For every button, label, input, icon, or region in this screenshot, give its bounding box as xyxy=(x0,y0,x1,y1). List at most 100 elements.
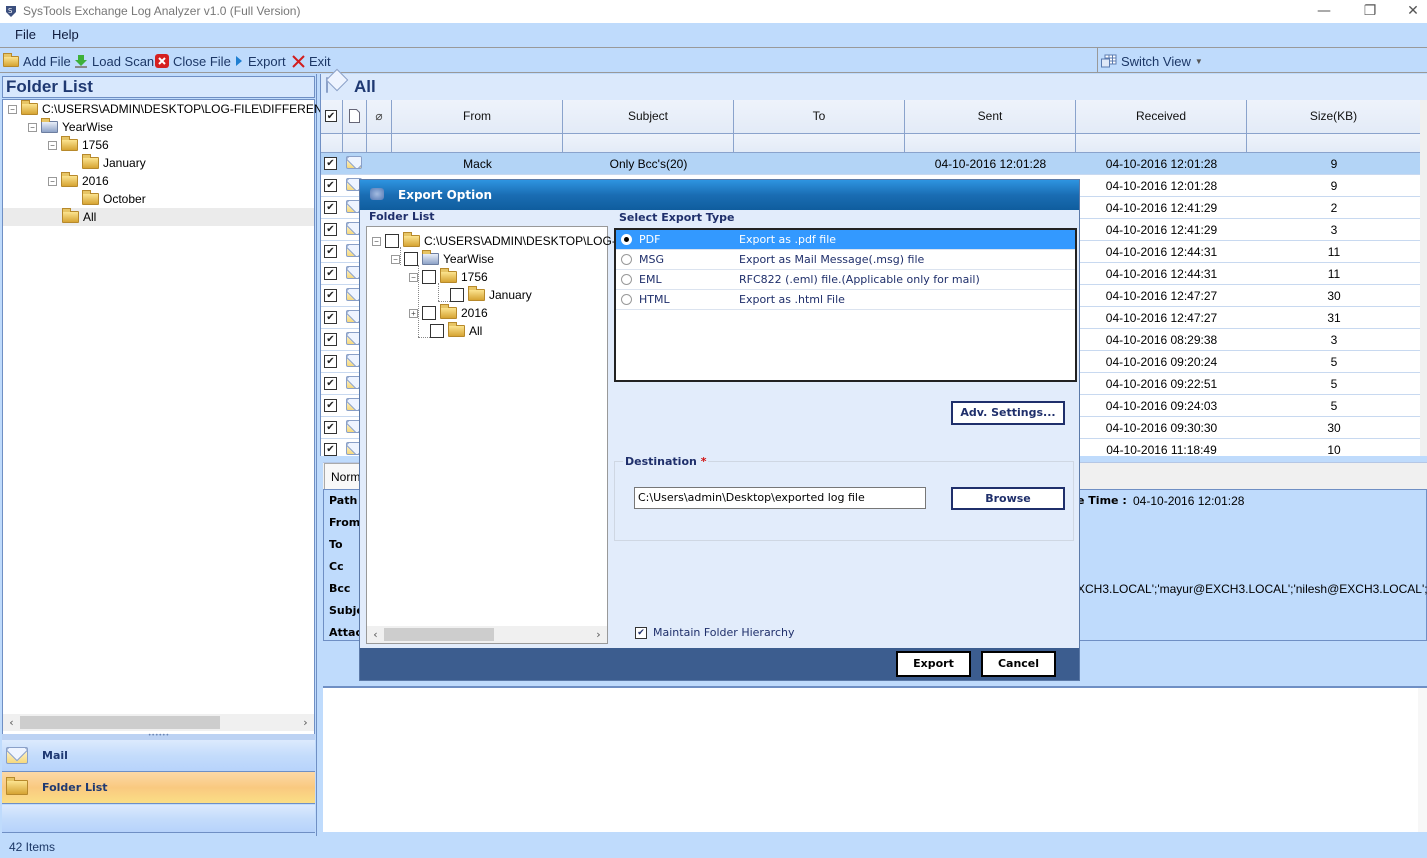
export-type-msg[interactable]: MSG Export as Mail Message(.msg) file xyxy=(616,250,1075,270)
dialog-tree-node-root[interactable]: − C:\USERS\ADMIN\DESKTOP\LOG-F xyxy=(372,232,623,250)
dialog-tree-node-all[interactable]: All xyxy=(430,322,482,340)
maintain-hierarchy-option[interactable]: ✔ Maintain Folder Hierarchy xyxy=(635,626,795,639)
grid-vertical-scrollbar[interactable] xyxy=(1420,100,1427,456)
menu-file[interactable]: File xyxy=(15,27,36,42)
tree-node-october[interactable]: October xyxy=(82,190,146,208)
minimize-button[interactable]: — xyxy=(1301,0,1347,23)
tree-checkbox[interactable] xyxy=(422,306,436,320)
row-checkbox[interactable]: ✔ xyxy=(324,311,337,324)
header-sent[interactable]: Sent xyxy=(905,100,1076,134)
folder-icon xyxy=(82,190,99,205)
export-button[interactable]: Export xyxy=(896,651,971,677)
destination-input[interactable]: C:\Users\admin\Desktop\exported log file xyxy=(634,487,926,509)
row-checkbox[interactable]: ✔ xyxy=(324,421,337,434)
row-checkbox[interactable]: ✔ xyxy=(324,333,337,346)
tree-node-yearwise[interactable]: − YearWise xyxy=(28,118,113,136)
expand-icon[interactable]: + xyxy=(409,308,418,318)
header-attachment-column[interactable]: ⌀ xyxy=(367,100,392,134)
collapse-icon[interactable]: − xyxy=(391,254,400,264)
row-checkbox[interactable]: ✔ xyxy=(324,223,337,236)
radio-button[interactable] xyxy=(621,294,632,305)
collapse-icon[interactable]: − xyxy=(409,272,418,282)
row-checkbox[interactable]: ✔ xyxy=(324,289,337,302)
scroll-left-icon[interactable]: ‹ xyxy=(367,628,384,641)
cancel-button[interactable]: Cancel xyxy=(981,651,1056,677)
load-scan-button[interactable]: Load Scan xyxy=(74,52,154,70)
header-received[interactable]: Received xyxy=(1076,100,1247,134)
scroll-thumb[interactable] xyxy=(384,628,494,641)
tree-node-2016[interactable]: − 2016 xyxy=(48,172,109,190)
export-type-html[interactable]: HTML Export as .html File xyxy=(616,290,1075,310)
collapse-icon[interactable]: − xyxy=(8,104,17,114)
select-all-checkbox[interactable]: ✔ xyxy=(325,110,337,122)
row-checkbox[interactable]: ✔ xyxy=(324,399,337,412)
collapse-icon[interactable]: − xyxy=(372,236,381,246)
dialog-tree-horizontal-scrollbar[interactable]: ‹ › xyxy=(367,626,607,643)
scroll-right-icon[interactable]: › xyxy=(297,716,314,729)
tree-checkbox[interactable] xyxy=(422,270,436,284)
body-vertical-scrollbar[interactable] xyxy=(1418,688,1427,832)
cell-received: 04-10-2016 12:01:28 xyxy=(1105,157,1218,171)
collapse-icon[interactable]: − xyxy=(28,122,37,132)
row-checkbox[interactable]: ✔ xyxy=(324,157,337,170)
maintain-hierarchy-checkbox[interactable]: ✔ xyxy=(635,626,647,639)
radio-button[interactable] xyxy=(621,254,632,265)
header-subject[interactable]: Subject xyxy=(563,100,734,134)
row-checkbox[interactable]: ✔ xyxy=(324,201,337,214)
tree-node-root[interactable]: − C:\USERS\ADMIN\DESKTOP\LOG-FILE\DIFFER… xyxy=(8,100,337,118)
row-checkbox[interactable]: ✔ xyxy=(324,443,337,456)
filter-row[interactable] xyxy=(321,134,1421,153)
export-toolbar-button[interactable]: Export xyxy=(234,52,286,70)
tree-node-1756[interactable]: − 1756 xyxy=(48,136,109,154)
tree-node-january[interactable]: January xyxy=(82,154,146,172)
cell-size: 31 xyxy=(1327,311,1341,325)
export-type-pdf[interactable]: PDF Export as .pdf file xyxy=(616,230,1075,250)
row-checkbox[interactable]: ✔ xyxy=(324,179,337,192)
browse-button[interactable]: Browse xyxy=(951,487,1065,510)
tree-checkbox[interactable] xyxy=(385,234,399,248)
cell-size: 9 xyxy=(1330,157,1338,171)
dialog-tree-node-yearwise[interactable]: − YearWise xyxy=(391,250,494,268)
dialog-tree-node-1756[interactable]: − 1756 xyxy=(409,268,488,286)
header-type-column[interactable] xyxy=(343,100,367,134)
switch-view-button[interactable]: Switch View ▼ xyxy=(1101,52,1203,70)
row-checkbox[interactable]: ✔ xyxy=(324,267,337,280)
scroll-left-icon[interactable]: ‹ xyxy=(3,716,20,729)
nav-mail-button[interactable]: Mail xyxy=(2,740,315,772)
header-to[interactable]: To xyxy=(734,100,905,134)
scroll-right-icon[interactable]: › xyxy=(590,628,607,641)
tree-checkbox[interactable] xyxy=(404,252,418,266)
nav-folder-list-button[interactable]: Folder List xyxy=(2,772,315,804)
header-select-all[interactable]: ✔ xyxy=(321,100,343,134)
tree-label: January xyxy=(103,156,146,170)
cell-received: 04-10-2016 09:30:30 xyxy=(1105,421,1218,435)
tree-checkbox[interactable] xyxy=(430,324,444,338)
exit-button[interactable]: Exit xyxy=(292,52,331,70)
header-from[interactable]: From xyxy=(392,100,563,134)
collapse-icon[interactable]: − xyxy=(48,140,57,150)
scroll-thumb[interactable] xyxy=(20,716,220,729)
prop-to-label: To xyxy=(329,538,343,551)
tree-node-all[interactable]: All xyxy=(3,208,314,226)
row-checkbox[interactable]: ✔ xyxy=(324,355,337,368)
tree-label: 1756 xyxy=(82,138,109,152)
tree-checkbox[interactable] xyxy=(450,288,464,302)
radio-button[interactable] xyxy=(621,274,632,285)
dialog-tree-node-january[interactable]: January xyxy=(450,286,532,304)
tree-horizontal-scrollbar[interactable]: ‹ › xyxy=(3,714,314,731)
row-checkbox[interactable]: ✔ xyxy=(324,245,337,258)
close-button[interactable]: ✕ xyxy=(1390,0,1427,23)
dialog-tree-node-2016[interactable]: + 2016 xyxy=(409,304,488,322)
close-file-button[interactable]: Close File xyxy=(155,52,231,70)
menu-help[interactable]: Help xyxy=(52,27,79,42)
add-file-button[interactable]: Add File xyxy=(3,52,71,70)
collapse-icon[interactable]: − xyxy=(48,176,57,186)
adv-settings-button[interactable]: Adv. Settings... xyxy=(951,401,1065,425)
window-title: SysTools Exchange Log Analyzer v1.0 (Ful… xyxy=(23,4,301,18)
header-size[interactable]: Size(KB) xyxy=(1247,100,1421,134)
export-type-eml[interactable]: EML RFC822 (.eml) file.(Applicable only … xyxy=(616,270,1075,290)
table-row[interactable]: ✔ Mack Only Bcc's(20) 04-10-2016 12:01:28 04… xyxy=(321,153,1421,175)
radio-button[interactable] xyxy=(621,234,632,245)
restore-button[interactable]: ❐ xyxy=(1347,0,1393,23)
row-checkbox[interactable]: ✔ xyxy=(324,377,337,390)
